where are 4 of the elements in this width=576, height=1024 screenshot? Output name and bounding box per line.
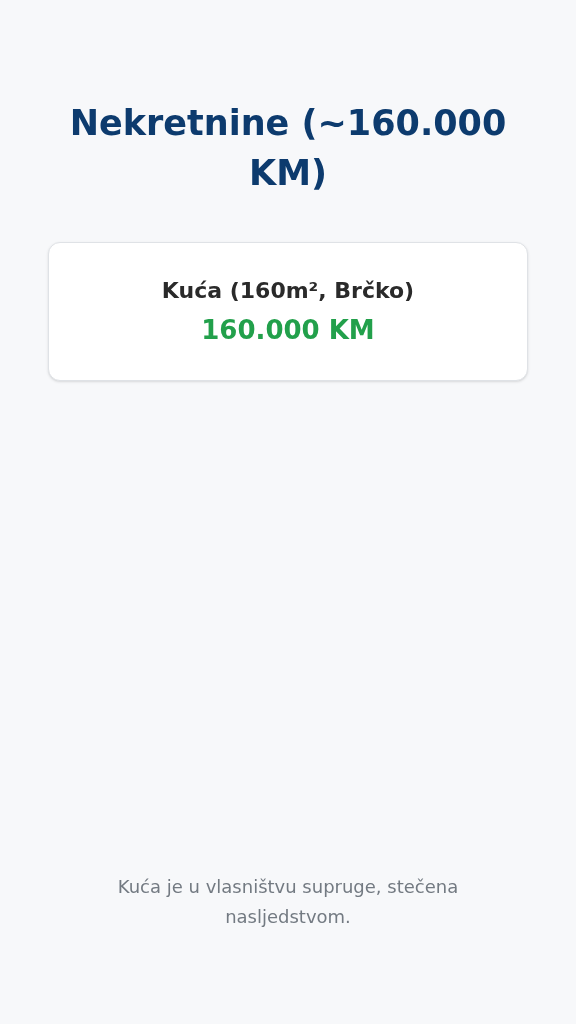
footnote: Kuća je u vlasništvu supruge, stečena nasljedstvom. bbox=[116, 875, 460, 929]
page-title: Nekretnine (~160.000 KM) bbox=[68, 102, 508, 195]
property-label: Kuća (160m², Brčko) bbox=[161, 276, 415, 305]
property-value: 160.000 KM bbox=[201, 313, 375, 347]
